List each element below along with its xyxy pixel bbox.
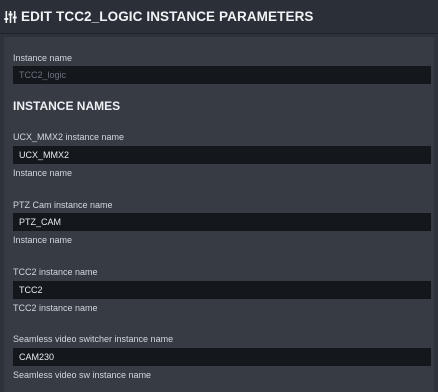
section-title: INSTANCE NAMES [13, 99, 121, 113]
ucx-mmx2-name-input[interactable]: UCX_MMX2 [13, 146, 431, 164]
form-panel: Instance name TCC2_logic INSTANCE NAMES … [4, 37, 434, 392]
ptz-cam-name-input[interactable]: PTZ_CAM [13, 213, 431, 231]
video-switcher-name-hint: Seamless video sw instance name [13, 370, 152, 380]
ptz-cam-name-hint: Instance name [13, 235, 73, 245]
ucx-mmx2-name-hint: Instance name [13, 168, 73, 178]
dialog-header: EDIT TCC2_LOGIC INSTANCE PARAMETERS [0, 0, 438, 34]
video-switcher-name-label: Seamless video switcher instance name [13, 334, 174, 344]
instance-name-input[interactable]: TCC2_logic [13, 66, 431, 84]
tcc2-name-label: TCC2 instance name [13, 267, 98, 277]
ucx-mmx2-name-label: UCX_MMX2 instance name [13, 132, 125, 142]
tcc2-name-input[interactable]: TCC2 [13, 281, 431, 299]
tcc2-name-hint: TCC2 instance name [13, 303, 98, 313]
instance-name-label: Instance name [13, 53, 73, 63]
dialog-title: EDIT TCC2_LOGIC INSTANCE PARAMETERS [21, 9, 314, 24]
sliders-icon [4, 10, 17, 24]
ptz-cam-name-label: PTZ Cam instance name [13, 200, 113, 210]
video-switcher-name-input[interactable]: CAM230 [13, 348, 431, 366]
edit-instance-dialog: EDIT TCC2_LOGIC INSTANCE PARAMETERS Inst… [0, 0, 438, 392]
